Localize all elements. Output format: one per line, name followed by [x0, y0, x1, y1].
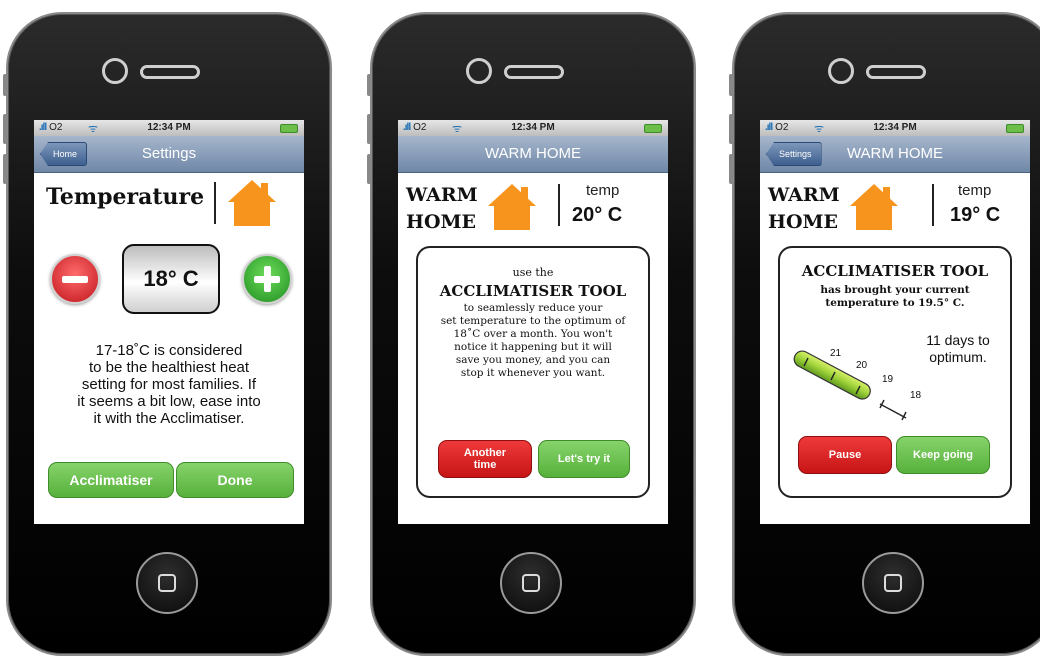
mute-switch: [729, 74, 733, 96]
status-bar: .ıll O2 ᯤ 12:34 PM: [34, 120, 304, 136]
nav-title: WARM HOME: [484, 145, 582, 162]
speaker-icon: [866, 65, 926, 79]
speaker-icon: [140, 65, 200, 79]
mute-switch: [3, 74, 7, 96]
scale-label-21: 21: [830, 348, 842, 359]
divider: [558, 184, 560, 226]
warm-home-content: WARM HOME temp 19° C ACCLIMATISER TOOL h…: [760, 172, 1030, 524]
battery-icon: [644, 124, 662, 133]
warm-home-content: WARM HOME temp 20° C use the ACCLIMATISE…: [398, 172, 668, 524]
volume-up-button: [367, 114, 371, 144]
volume-down-button: [729, 154, 733, 184]
home-button[interactable]: [500, 552, 562, 614]
acclimatiser-panel: ACCLIMATISER TOOL has brought your curre…: [778, 246, 1012, 498]
status-bar: .ıll O2 ᯤ 12:34 PM: [398, 120, 668, 136]
keep-going-button[interactable]: Keep going: [896, 436, 990, 474]
nav-title: WARM HOME: [846, 145, 944, 162]
volume-down-button: [3, 154, 7, 184]
volume-down-button: [367, 154, 371, 184]
house-icon: [488, 184, 536, 230]
temp-label: temp: [586, 182, 620, 199]
decrease-temp-button[interactable]: [50, 254, 100, 304]
done-button[interactable]: Done: [176, 462, 294, 498]
house-icon: [228, 180, 276, 226]
nav-title: Settings: [141, 145, 197, 162]
status-time: 12:34 PM: [511, 122, 555, 133]
panel-heading: ACCLIMATISER TOOL: [801, 262, 989, 280]
thermometer-gauge: 21 20 19 18: [793, 348, 922, 421]
nav-bar: WARM HOME: [398, 136, 668, 173]
camera-icon: [828, 58, 854, 84]
nav-bar: Settings WARM HOME: [760, 136, 1030, 173]
home-button-icon: [522, 574, 540, 592]
settings-content: Temperature 18° C 17-18˚C is considered …: [34, 172, 304, 524]
another-time-button[interactable]: Another time: [438, 440, 532, 478]
mute-switch: [367, 74, 371, 96]
house-icon: [850, 184, 898, 230]
warm-home-title: WARM HOME: [406, 184, 478, 233]
temperature-display: 18° C: [122, 244, 220, 314]
status-time: 12:34 PM: [873, 122, 917, 133]
battery-icon: [1006, 124, 1024, 133]
speaker-icon: [504, 65, 564, 79]
battery-icon: [280, 124, 298, 133]
scale-label-20: 20: [856, 360, 868, 371]
volume-up-button: [3, 114, 7, 144]
volume-up-button: [729, 114, 733, 144]
home-button-icon: [158, 574, 176, 592]
screen-warm-home-intro: .ıll O2 ᯤ 12:34 PM WARM HOME WARM HOME te…: [398, 120, 668, 524]
warm-home-title: WARM HOME: [768, 184, 840, 233]
panel-intro: use the: [512, 266, 554, 279]
nav-bar: Home Settings: [34, 136, 304, 173]
home-button[interactable]: [136, 552, 198, 614]
acclimatiser-button[interactable]: Acclimatiser: [48, 462, 174, 498]
status-bar: .ıll O2 ᯤ 12:34 PM: [760, 120, 1030, 136]
pause-button[interactable]: Pause: [798, 436, 892, 474]
phone-warm-home-intro: .ıll O2 ᯤ 12:34 PM WARM HOME WARM HOME te…: [367, 12, 696, 656]
try-it-button[interactable]: Let's try it: [538, 440, 630, 478]
temp-label: temp: [958, 182, 992, 199]
scale-label-19: 19: [882, 374, 894, 385]
camera-icon: [102, 58, 128, 84]
phone-warm-home-progress: .ıll O2 ᯤ 12:34 PM Settings WARM HOME WAR…: [729, 12, 1040, 656]
days-remaining: 11 days to optimum.: [926, 332, 990, 365]
camera-icon: [466, 58, 492, 84]
screen-settings: .ıll O2 ᯤ 12:34 PM Home Settings Temperat…: [34, 120, 304, 524]
panel-heading: ACCLIMATISER TOOL: [439, 282, 627, 300]
current-temp: 20° C: [572, 204, 623, 226]
acclimatiser-panel: use the ACCLIMATISER TOOL to seamlessly …: [416, 246, 650, 498]
status-time: 12:34 PM: [147, 122, 191, 133]
temperature-info: 17-18˚C is considered to be the healthie…: [77, 342, 261, 427]
panel-description: to seamlessly reduce your set temperatur…: [440, 302, 626, 379]
divider: [214, 182, 216, 224]
page-title: Temperature: [46, 184, 205, 210]
minus-icon: [62, 276, 88, 283]
divider: [932, 184, 934, 226]
panel-description: has brought your current temperature to …: [820, 284, 970, 309]
scale-label-18: 18: [910, 390, 922, 401]
home-button[interactable]: [862, 552, 924, 614]
scale-baseline: [879, 403, 907, 419]
screen-warm-home-progress: .ıll O2 ᯤ 12:34 PM Settings WARM HOME WAR…: [760, 120, 1030, 524]
current-temp: 19° C: [950, 204, 1001, 226]
home-button-icon: [884, 574, 902, 592]
phone-settings: .ıll O2 ᯤ 12:34 PM Home Settings Temperat…: [3, 12, 332, 656]
increase-temp-button[interactable]: [242, 254, 292, 304]
